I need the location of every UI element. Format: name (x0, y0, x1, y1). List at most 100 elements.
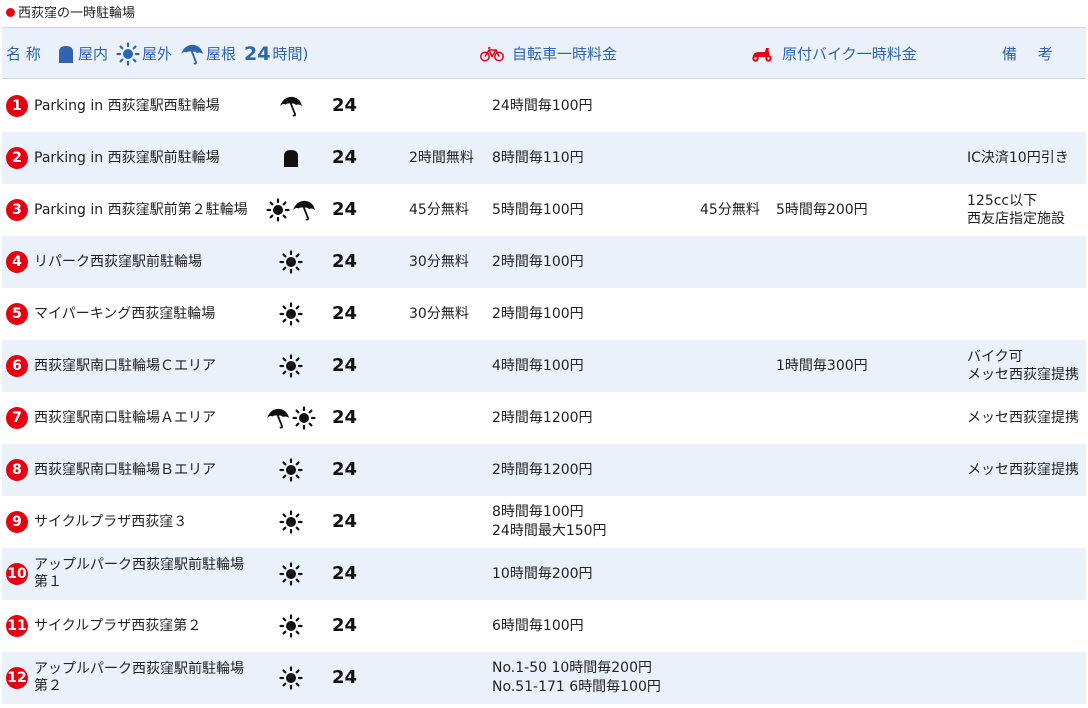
parking-name: 西荻窪駅南口駐輪場Ａエリア (34, 409, 216, 426)
open-24h: 24 (332, 407, 358, 428)
umbrella-icon (279, 95, 303, 117)
bicycle-icon (480, 47, 504, 62)
legend-roof-label: 屋根 (206, 45, 237, 63)
sun-icon (279, 458, 303, 482)
legend-outdoor-label: 屋外 (142, 45, 173, 63)
notes: メッセ西荻窪提携 (967, 444, 1085, 496)
parking-name: サイクルプラザ西荻窪３ (34, 513, 188, 530)
table-row: 5 マイパーキング西荻窪駐輪場 24 30分無料 2時間毎100円 (2, 288, 1086, 340)
table-row: 7 西荻窪駅南口駐輪場Ａエリア 24 2時間毎1200円 メッセ西荻窪提携 (2, 392, 1086, 444)
facility-icons (260, 236, 322, 288)
parking-name: リパーク西荻窪駅前駐輪場 (34, 253, 202, 270)
scooter-icon (752, 48, 772, 62)
header-name: 名 称 (6, 45, 41, 63)
legend-24-number: 24 (244, 43, 271, 65)
bike-fee-line: 8時間毎110円 (492, 149, 584, 166)
indoor-icon (281, 148, 301, 168)
open-24h: 24 (332, 667, 358, 688)
facility-icons (260, 288, 322, 340)
notes: バイク可 メッセ西荻窪提携 (967, 340, 1085, 392)
indoor-icon (59, 46, 73, 63)
legend-indoor: 屋内 (56, 28, 108, 80)
table-row: 11 サイクルプラザ西荻窪第２ 24 6時間毎100円 (2, 600, 1086, 652)
bike-fee-line: 2時間毎1200円 (492, 461, 593, 478)
notes: IC決済10円引き (967, 132, 1085, 184)
facility-icons (260, 444, 322, 496)
header-moto-fee-label: 原付バイク一時料金 (782, 45, 917, 63)
table-row: 9 サイクルプラザ西荻窪３ 24 8時間毎100円 24時間最大150円 (2, 496, 1086, 548)
row-number-badge: 12 (6, 667, 28, 689)
table-header: 名 称 屋内 屋外 屋根 24 時間) 自転車一時料金 原付バイク一時料金 備 … (2, 27, 1086, 79)
bike-fee: 8時間毎100円 24時間最大150円 (492, 496, 692, 548)
parking-name: Parking in 西荻窪駅前駐輪場 (34, 149, 220, 166)
bike-fee-line: 4時間毎100円 (492, 357, 584, 374)
notes: 125cc以下西友店指定施設 (967, 184, 1085, 236)
legend-roof: 屋根 (180, 28, 236, 80)
open-24h: 24 (332, 95, 358, 116)
bike-fee-line: 2時間毎100円 (492, 253, 584, 270)
parking-name: アップルパーク西荻窪駅前駐輪場第２ (34, 661, 244, 694)
legend-24-suffix: 時間) (272, 45, 309, 63)
table-row: 4 リパーク西荻窪駅前駐輪場 24 30分無料 2時間毎100円 (2, 236, 1086, 288)
row-number-badge: 7 (6, 407, 28, 429)
open-24h: 24 (332, 511, 358, 532)
bike-fee-line: 5時間毎100円 (492, 201, 584, 218)
sun-icon (116, 42, 140, 66)
legend-24h: 24 時間) (244, 28, 308, 80)
bike-free-time: 30分無料 (409, 254, 469, 270)
facility-icons (260, 340, 322, 392)
bike-fee-line: 2時間毎100円 (492, 305, 584, 322)
facility-icons (260, 80, 322, 132)
sun-icon (279, 354, 303, 378)
header-legend: 屋内 屋外 屋根 24 時間) (54, 28, 314, 80)
table-row: 6 西荻窪駅南口駐輪場Ｃエリア 24 4時間毎100円 1時間毎300円 バイク可 メッセ西… (2, 340, 1086, 392)
sun-icon (266, 198, 290, 222)
header-moto-fee: 原付バイク一時料金 (750, 28, 917, 80)
bike-fee-line: 24時間最大150円 (492, 523, 607, 539)
row-number-badge: 5 (6, 303, 28, 325)
facility-icons (260, 600, 322, 652)
bike-fee: 2時間毎100円 (492, 236, 692, 288)
bike-fee: 4時間毎100円 (492, 340, 692, 392)
table-row: 8 西荻窪駅南口駐輪場Ｂエリア 24 2時間毎1200円 メッセ西荻窪提携 (2, 444, 1086, 496)
facility-icons (260, 184, 322, 236)
row-number-badge: 4 (6, 251, 28, 273)
open-24h: 24 (332, 251, 358, 272)
parking-table-body: 1 Parking in 西荻窪駅西駐輪場 24 24時間毎100円 2 Parking … (2, 80, 1086, 704)
legend-indoor-label: 屋内 (78, 45, 109, 63)
row-number-badge: 1 (6, 95, 28, 117)
header-bike-fee: 自転車一時料金 (480, 28, 617, 80)
row-number-badge: 2 (6, 147, 28, 169)
open-24h: 24 (332, 147, 358, 168)
moto-fee: 1時間毎300円 (776, 358, 868, 374)
bike-fee-line: No.51-171 6時間毎100円 (492, 679, 661, 695)
legend-outdoor: 屋外 (116, 28, 172, 80)
parking-name: 西荻窪駅南口駐輪場Ｃエリア (34, 357, 216, 374)
sun-icon (279, 302, 303, 326)
open-24h: 24 (332, 199, 358, 220)
parking-name: Parking in 西荻窪駅前第２駐輪場 (34, 201, 248, 218)
facility-icons (260, 392, 322, 444)
note-line: 西友店指定施設 (967, 211, 1065, 227)
bike-fee: 10時間毎200円 (492, 548, 692, 600)
notes: メッセ西荻窪提携 (967, 392, 1085, 444)
bike-fee-line: 24時間毎100円 (492, 97, 593, 114)
table-row: 10 アップルパーク西荻窪駅前駐輪場第１ 24 10時間毎200円 (2, 548, 1086, 600)
facility-icons (260, 548, 322, 600)
row-number-badge: 8 (6, 459, 28, 481)
bike-fee: 6時間毎100円 (492, 600, 692, 652)
note-line: 125cc以下 (967, 193, 1038, 209)
note-line: IC決済10円引き (967, 150, 1069, 166)
note-line: バイク可 (967, 349, 1023, 365)
red-dot-icon (6, 8, 15, 17)
parking-name: アップルパーク西荻窪駅前駐輪場第１ (34, 557, 244, 590)
row-number-badge: 11 (6, 615, 28, 637)
umbrella-icon (292, 199, 316, 221)
sun-icon (279, 562, 303, 586)
bike-free-time: 45分無料 (409, 202, 469, 218)
header-bike-fee-label: 自転車一時料金 (512, 45, 618, 63)
table-row: 12 アップルパーク西荻窪駅前駐輪場第２ 24 No.1-50 10時間毎200円 No… (2, 652, 1086, 704)
open-24h: 24 (332, 355, 358, 376)
parking-name: マイパーキング西荻窪駐輪場 (34, 305, 216, 322)
moto-fee: 5時間毎200円 (776, 202, 868, 218)
